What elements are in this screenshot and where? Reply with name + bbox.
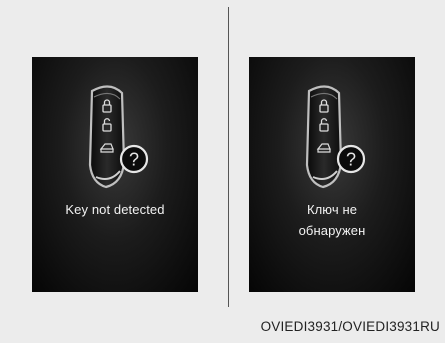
- display-panel-ru: ? Ключ не обнаружен: [249, 57, 415, 292]
- warning-message-line2: обнаружен: [298, 223, 366, 238]
- warning-message-line1: Ключ не: [306, 202, 358, 217]
- question-mark-icon: ?: [119, 144, 149, 174]
- svg-text:?: ?: [346, 150, 356, 170]
- figure-divider: [228, 7, 229, 307]
- warning-message: Ключ не обнаружен: [249, 199, 415, 241]
- warning-message-line1: Key not detected: [65, 202, 165, 217]
- figure-code-caption: OVIEDI3931/OVIEDI3931RU: [260, 319, 440, 334]
- smart-key-fob-icon: ?: [287, 83, 377, 195]
- warning-message: Key not detected: [32, 199, 198, 220]
- question-mark-icon: ?: [336, 144, 366, 174]
- svg-text:?: ?: [129, 150, 139, 170]
- display-panel-en: ? Key not detected: [32, 57, 198, 292]
- smart-key-fob-icon: ?: [70, 83, 160, 195]
